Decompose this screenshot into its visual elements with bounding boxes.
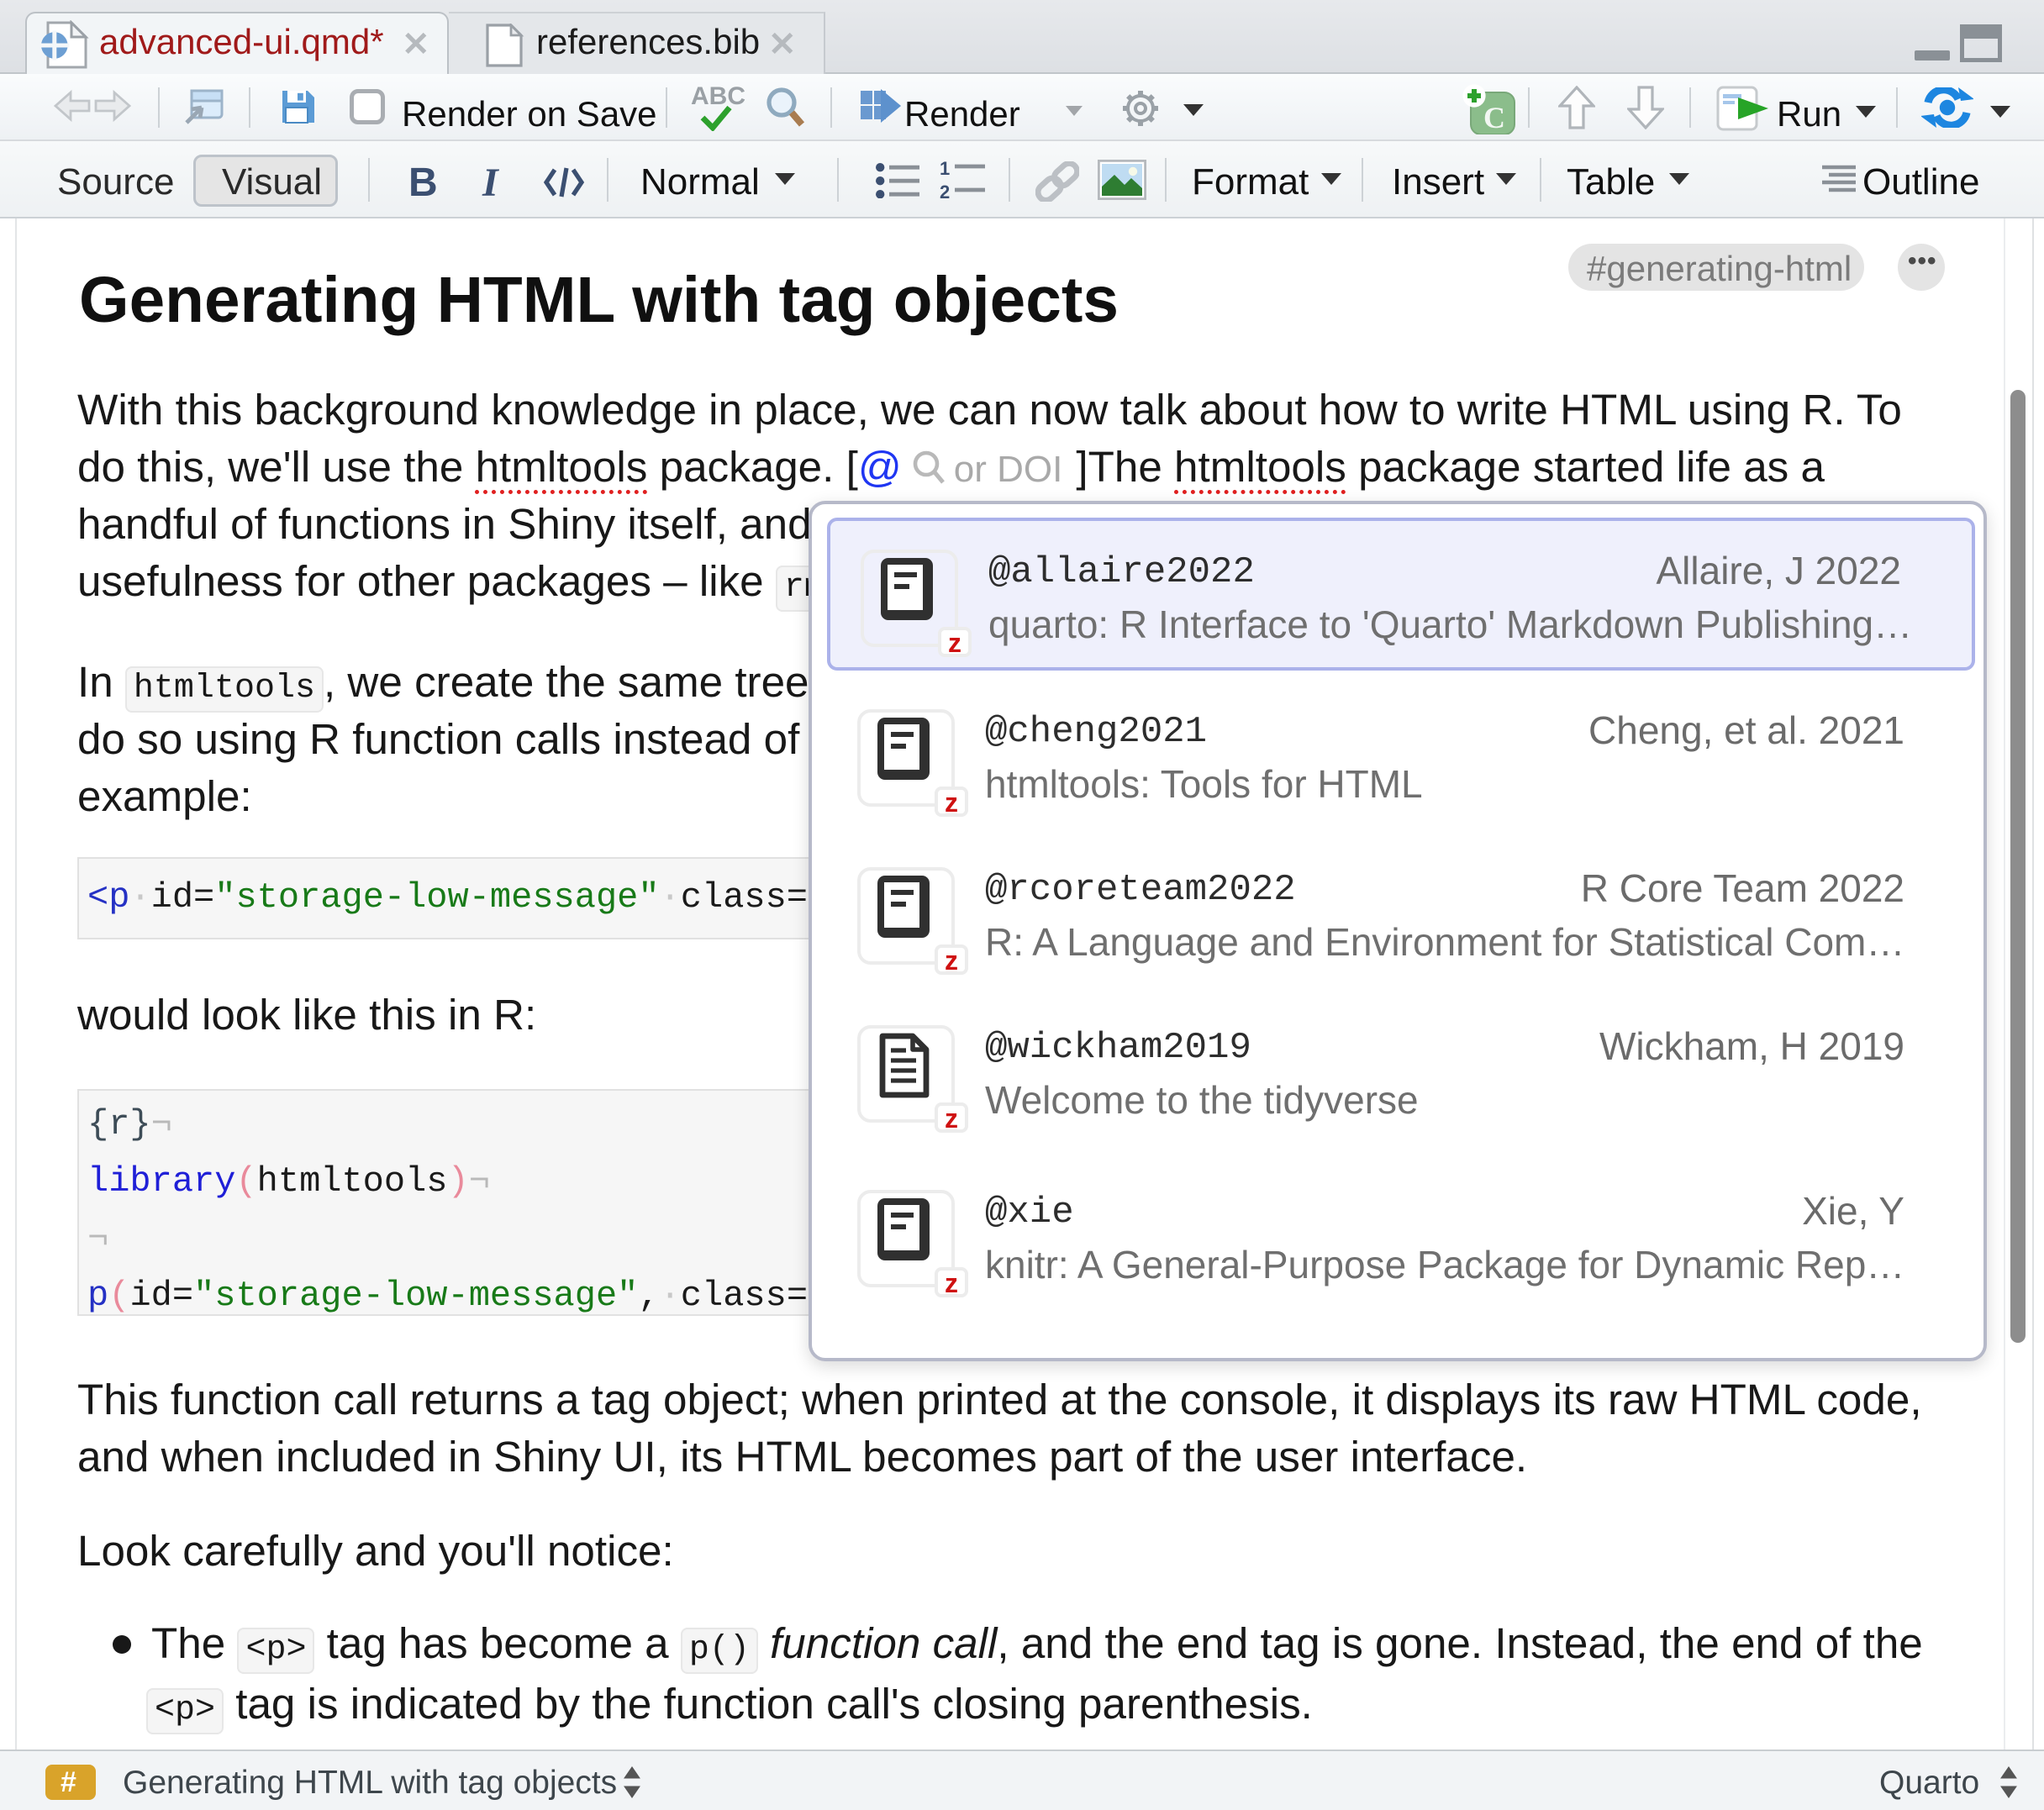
svg-text:1: 1 xyxy=(940,160,950,179)
svg-text:C: C xyxy=(1483,101,1505,134)
svg-text:2: 2 xyxy=(940,182,950,200)
